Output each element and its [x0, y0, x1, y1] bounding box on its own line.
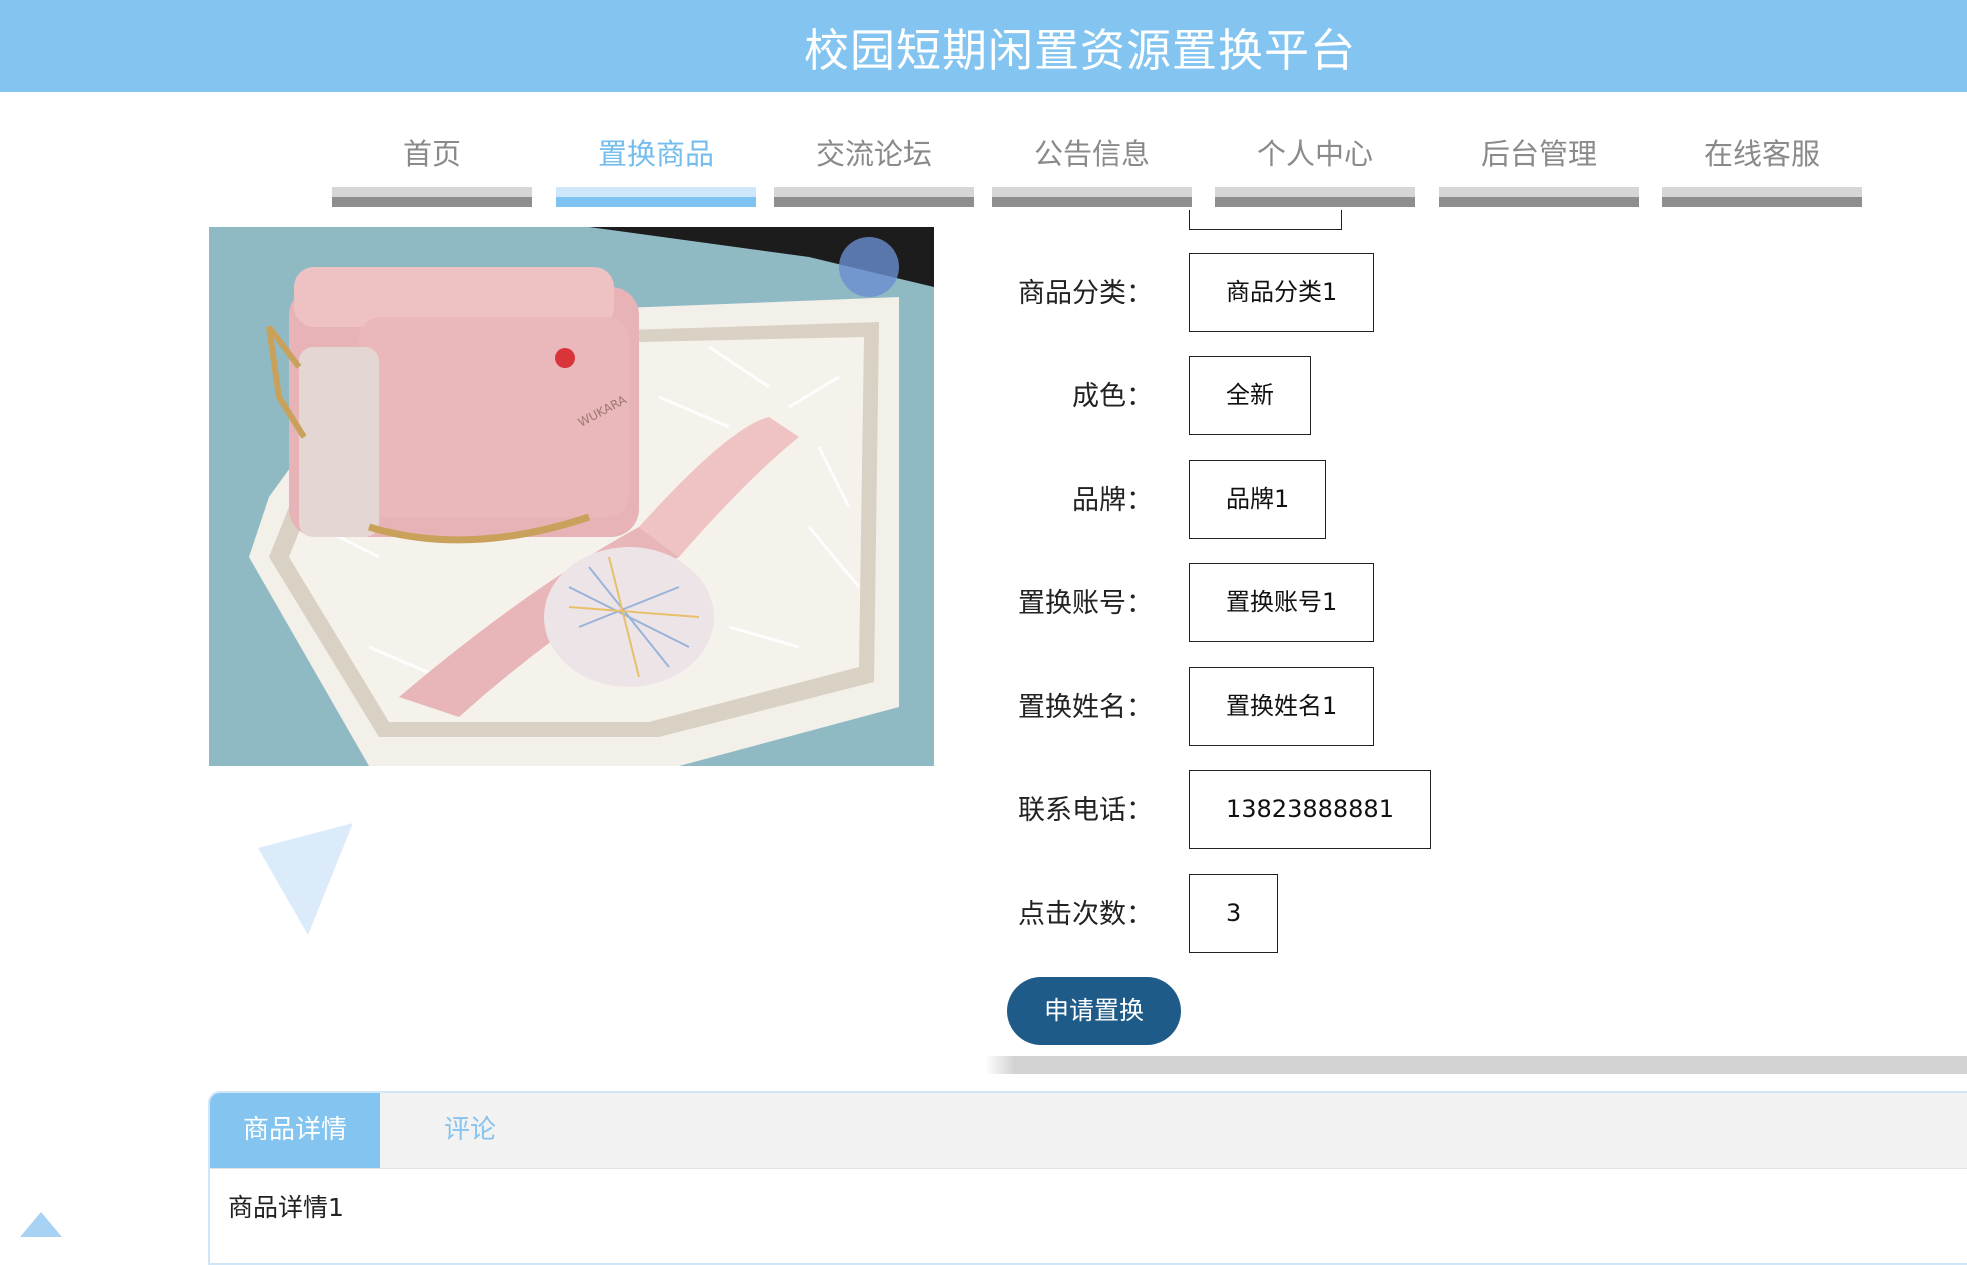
field-label: 成色：: [1072, 381, 1153, 412]
field-value: 13823888881: [1189, 770, 1431, 849]
nav-underline: [992, 187, 1192, 207]
nav-item-admin[interactable]: 后台管理: [1439, 125, 1639, 207]
nav-item-online-service[interactable]: 在线客服: [1662, 125, 1862, 207]
tabs-header: 商品详情 评论: [210, 1093, 1967, 1169]
nav-underline: [332, 187, 532, 207]
nav-item-personal-center[interactable]: 个人中心: [1215, 125, 1415, 207]
site-title: 校园短期闲置资源置换平台: [803, 24, 1356, 77]
panel-shadow: [985, 1056, 1967, 1074]
tab-comments[interactable]: 评论: [380, 1093, 560, 1168]
nav-item-label: 首页: [402, 137, 461, 171]
nav-item-announcements[interactable]: 公告信息: [992, 125, 1192, 207]
nav-item-forum[interactable]: 交流论坛: [774, 125, 974, 207]
decorative-triangle: [20, 1212, 62, 1237]
field-label: 置换姓名：: [1018, 692, 1153, 723]
field-label: 商品分类：: [1018, 278, 1153, 309]
main-nav: 首页 置换商品 交流论坛 公告信息 个人中心 后台管理 在线客服: [0, 125, 1967, 211]
nav-item-label: 置换商品: [597, 137, 714, 171]
header-bar: 校园短期闲置资源置换平台: [0, 0, 1967, 92]
nav-item-label: 后台管理: [1480, 137, 1597, 171]
nav-item-label: 在线客服: [1703, 137, 1820, 171]
field-value: 3: [1189, 874, 1279, 953]
nav-item-label: 个人中心: [1256, 137, 1373, 171]
field-value: 置换姓名1: [1189, 667, 1375, 746]
nav-underline: [1662, 187, 1862, 207]
nav-item-label: 交流论坛: [815, 137, 932, 171]
apply-exchange-button[interactable]: 申请置换: [1007, 977, 1181, 1045]
nav-item-exchange-goods[interactable]: 置换商品: [556, 125, 756, 207]
field-label: 置换账号：: [1018, 588, 1153, 619]
nav-underline: [1215, 187, 1415, 207]
tab-product-details[interactable]: 商品详情: [210, 1093, 380, 1168]
field-value: 置换账号1: [1189, 563, 1375, 642]
detail-tabs-panel: 商品详情 评论 商品详情1: [208, 1091, 1967, 1265]
field-value: 品牌1: [1189, 460, 1327, 539]
tab-content-text: 商品详情1: [228, 1193, 344, 1222]
nav-underline: [1439, 187, 1639, 207]
field-label: 点击次数：: [1018, 899, 1153, 930]
field-label: 联系电话：: [1018, 795, 1153, 826]
nav-item-label: 公告信息: [1033, 137, 1150, 171]
partial-field-box: [1189, 210, 1342, 230]
field-value: 全新: [1189, 356, 1311, 435]
nav-underline: [774, 187, 974, 207]
decorative-triangle: [258, 823, 353, 935]
product-image: WUKARA: [209, 227, 934, 766]
field-label: 品牌：: [1072, 485, 1153, 516]
nav-underline: [556, 187, 756, 207]
field-value: 商品分类1: [1189, 253, 1375, 332]
nav-item-home[interactable]: 首页: [332, 125, 532, 207]
